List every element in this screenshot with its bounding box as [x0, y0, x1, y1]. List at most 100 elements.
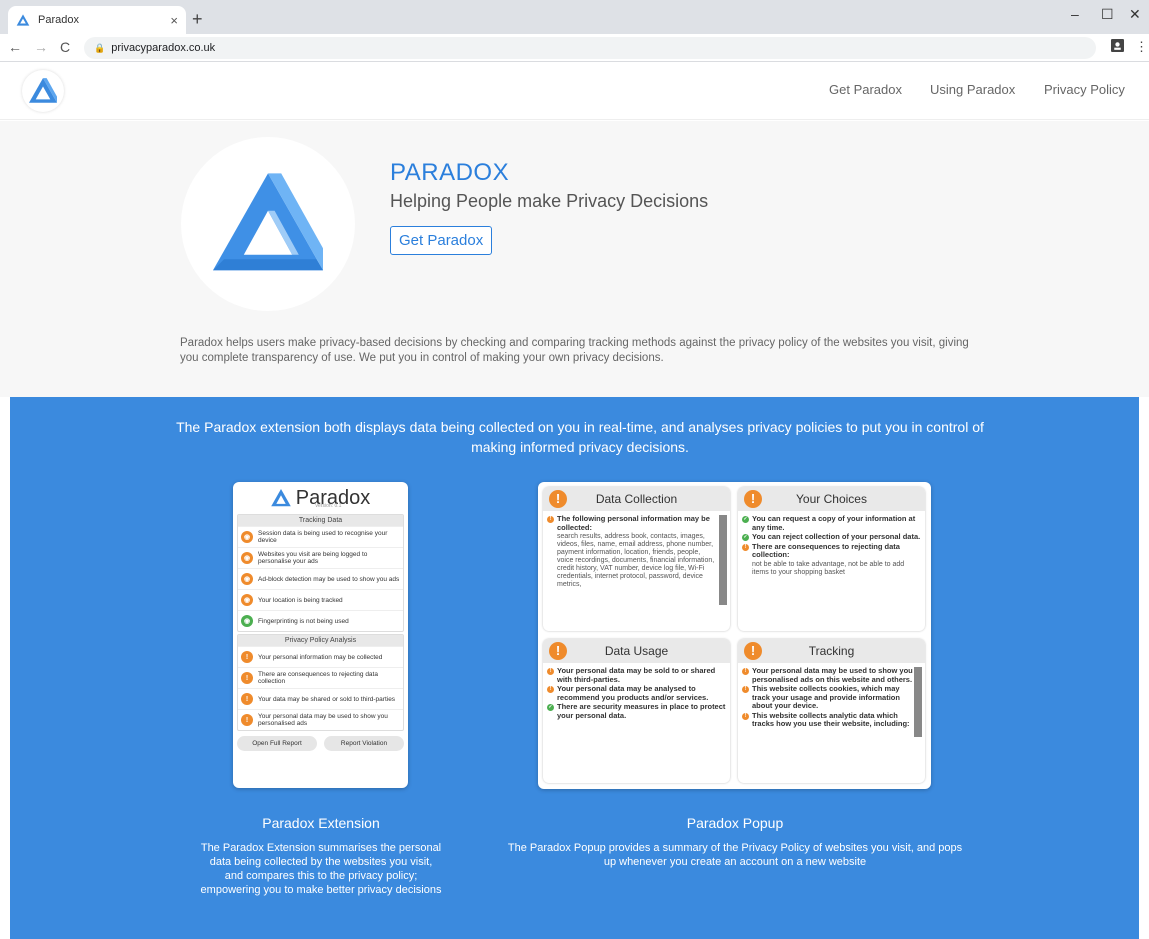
- reload-icon[interactable]: C: [60, 39, 70, 55]
- policy-item-text: Your data may be shared or sold to third…: [258, 695, 396, 703]
- panel-line-text: There are consequences to rejecting data…: [752, 541, 900, 559]
- features-intro: The Paradox extension both displays data…: [176, 419, 984, 455]
- close-window-button[interactable]: ✕: [1129, 6, 1141, 23]
- report-violation-button[interactable]: Report Violation: [324, 736, 404, 751]
- panel-line-text: This website collects analytic data whic…: [752, 710, 910, 728]
- site-logo[interactable]: [22, 70, 64, 112]
- nav-privacy-policy[interactable]: Privacy Policy: [1044, 82, 1125, 97]
- warning-icon: !: [742, 543, 749, 551]
- panel-body: ! Your personal data may be used to show …: [742, 667, 913, 779]
- panel-title: Data Usage: [604, 644, 669, 658]
- popup-preview: ! Data Collection ! The following personal…: [538, 482, 931, 789]
- warning-icon: !: [744, 490, 762, 508]
- extension-feature-title: Paradox Extension: [262, 815, 380, 831]
- panel-line: ! The following personal information may …: [547, 515, 718, 532]
- panel-line-text: Your personal data may be used to show y…: [752, 667, 913, 684]
- popup-feature-description: The Paradox Popup provides a summary of …: [507, 842, 963, 868]
- lock-icon: 🔒: [94, 42, 106, 53]
- panel-line-text: You can request a copy of your informati…: [752, 515, 916, 532]
- panel-line-text: Your personal data may be sold to or sha…: [557, 667, 716, 684]
- hero-logo: [181, 137, 355, 311]
- hero-title: PARADOX: [390, 159, 510, 186]
- warning-icon: !: [547, 686, 554, 693]
- session-icon: ◉: [241, 531, 253, 543]
- panel-line: ✓ You can request a copy of your informat…: [742, 515, 921, 532]
- minimize-button[interactable]: –: [1071, 6, 1079, 22]
- tracking-item: ◉ Websites you visit are being logged to …: [238, 547, 403, 568]
- check-icon: ✓: [742, 534, 749, 541]
- check-icon: ✓: [742, 516, 749, 523]
- tracking-item-text: Fingerprinting is not being used: [258, 617, 349, 625]
- policy-item: ! Your personal information may be collec…: [238, 646, 403, 667]
- profile-icon[interactable]: [1111, 39, 1124, 52]
- extension-preview: Paradox Version: 0.1 Tracking Data ◉ Sess…: [233, 482, 408, 788]
- back-icon[interactable]: ←: [8, 39, 22, 55]
- tracking-item: ◉ Session data is being used to recognise…: [238, 526, 403, 547]
- tracking-item: ◉ Your location is being tracked: [238, 589, 403, 610]
- extension-feature-description: The Paradox Extension summarises the per…: [200, 842, 442, 896]
- hero-description: Paradox helps users make privacy-based d…: [180, 337, 969, 364]
- panel-header: ! Your Choices: [738, 487, 925, 511]
- new-tab-button[interactable]: +: [192, 8, 203, 30]
- panel-line: ! There are consequences to rejecting dat…: [742, 541, 921, 560]
- your-choices-panel: ! Your Choices ✓ You can request a copy of…: [738, 487, 925, 631]
- panel-scrollbar[interactable]: [719, 515, 727, 605]
- get-paradox-button[interactable]: Get Paradox: [390, 226, 493, 255]
- panel-subtext: not be able to take advantage, not be ab…: [752, 560, 905, 576]
- panel-subtext: search results, address book, contacts, …: [557, 533, 715, 588]
- policy-item: ! There are consequences to rejecting dat…: [238, 667, 403, 688]
- policy-analysis-section: Privacy Policy Analysis ! Your personal i…: [237, 634, 404, 731]
- warning-icon: !: [549, 490, 567, 508]
- panel-body: ! Your personal data may be sold to or sh…: [547, 667, 726, 779]
- warning-icon: !: [241, 651, 253, 663]
- paradox-triangle-icon: [213, 173, 323, 271]
- open-full-report-button[interactable]: Open Full Report: [237, 736, 317, 751]
- tab-close-icon[interactable]: ×: [170, 13, 178, 28]
- panel-title: Tracking: [808, 644, 855, 658]
- warning-icon: !: [742, 712, 749, 720]
- tracking-panel: ! Tracking ! Your personal data may be use…: [738, 639, 925, 783]
- forward-icon[interactable]: →: [34, 39, 48, 55]
- panel-line-text: There are security measures in place to …: [557, 702, 726, 720]
- policy-item-text: There are consequences to rejecting data…: [258, 671, 378, 685]
- panel-line: ✓ You can reject collection of your perso…: [742, 532, 921, 542]
- extension-footer: Open Full Report Report Violation: [237, 736, 404, 751]
- adblock-icon: ◉: [241, 573, 253, 585]
- panel-scrollbar[interactable]: [914, 667, 922, 737]
- browser-menu-icon[interactable]: ⋮: [1135, 39, 1148, 55]
- address-bar[interactable]: 🔒 privacyparadox.co.uk: [84, 37, 1096, 59]
- data-usage-panel: ! Data Usage ! Your personal data may be s…: [543, 639, 730, 783]
- panel-line-text: The following personal information may b…: [557, 515, 710, 532]
- fingerprint-icon: ◉: [241, 615, 253, 627]
- browser-tabbar: Paradox × + – ☐ ✕: [0, 0, 1149, 34]
- features-section: The Paradox extension both displays data…: [10, 397, 1139, 939]
- tracking-item-text: Websites you visit are being logged to p…: [258, 551, 368, 565]
- url-text: privacyparadox.co.uk: [111, 42, 216, 54]
- data-collection-panel: ! Data Collection ! The following personal…: [543, 487, 730, 631]
- panel-line: ! This website collects cookies, which ma…: [742, 684, 913, 711]
- panel-body: ! The following personal information may …: [547, 515, 718, 627]
- panel-title: Your Choices: [796, 492, 867, 506]
- warning-icon: !: [547, 668, 554, 675]
- panel-line-text: Your personal data may be analysed to re…: [557, 684, 709, 702]
- warning-icon: !: [241, 693, 253, 705]
- warning-icon: !: [742, 668, 749, 675]
- panel-header: ! Data Usage: [543, 639, 730, 663]
- warning-icon: !: [241, 714, 253, 726]
- warning-icon: !: [547, 516, 554, 523]
- paradox-logo-icon: [270, 489, 291, 507]
- panel-line: ! Your personal data may be sold to or sh…: [547, 667, 726, 684]
- tracking-item: ◉ Ad-block detection may be used to show …: [238, 568, 403, 589]
- nav-using-paradox[interactable]: Using Paradox: [930, 82, 1015, 97]
- tracking-data-title: Tracking Data: [238, 515, 403, 526]
- hero-section: PARADOX Helping People make Privacy Deci…: [0, 121, 1149, 397]
- panel-body: ✓ You can request a copy of your informat…: [742, 515, 921, 627]
- panel-line-text: You can reject collection of your person…: [752, 532, 921, 541]
- policy-item: ! Your personal data may be used to show …: [238, 709, 403, 730]
- policy-analysis-title: Privacy Policy Analysis: [238, 635, 403, 646]
- nav-get-paradox[interactable]: Get Paradox: [829, 82, 902, 97]
- browser-tab[interactable]: Paradox ×: [8, 6, 186, 34]
- panel-line: ✓ There are security measures in place to…: [547, 702, 726, 720]
- panel-line-text: This website collects cookies, which may…: [752, 684, 900, 710]
- maximize-button[interactable]: ☐: [1101, 6, 1114, 23]
